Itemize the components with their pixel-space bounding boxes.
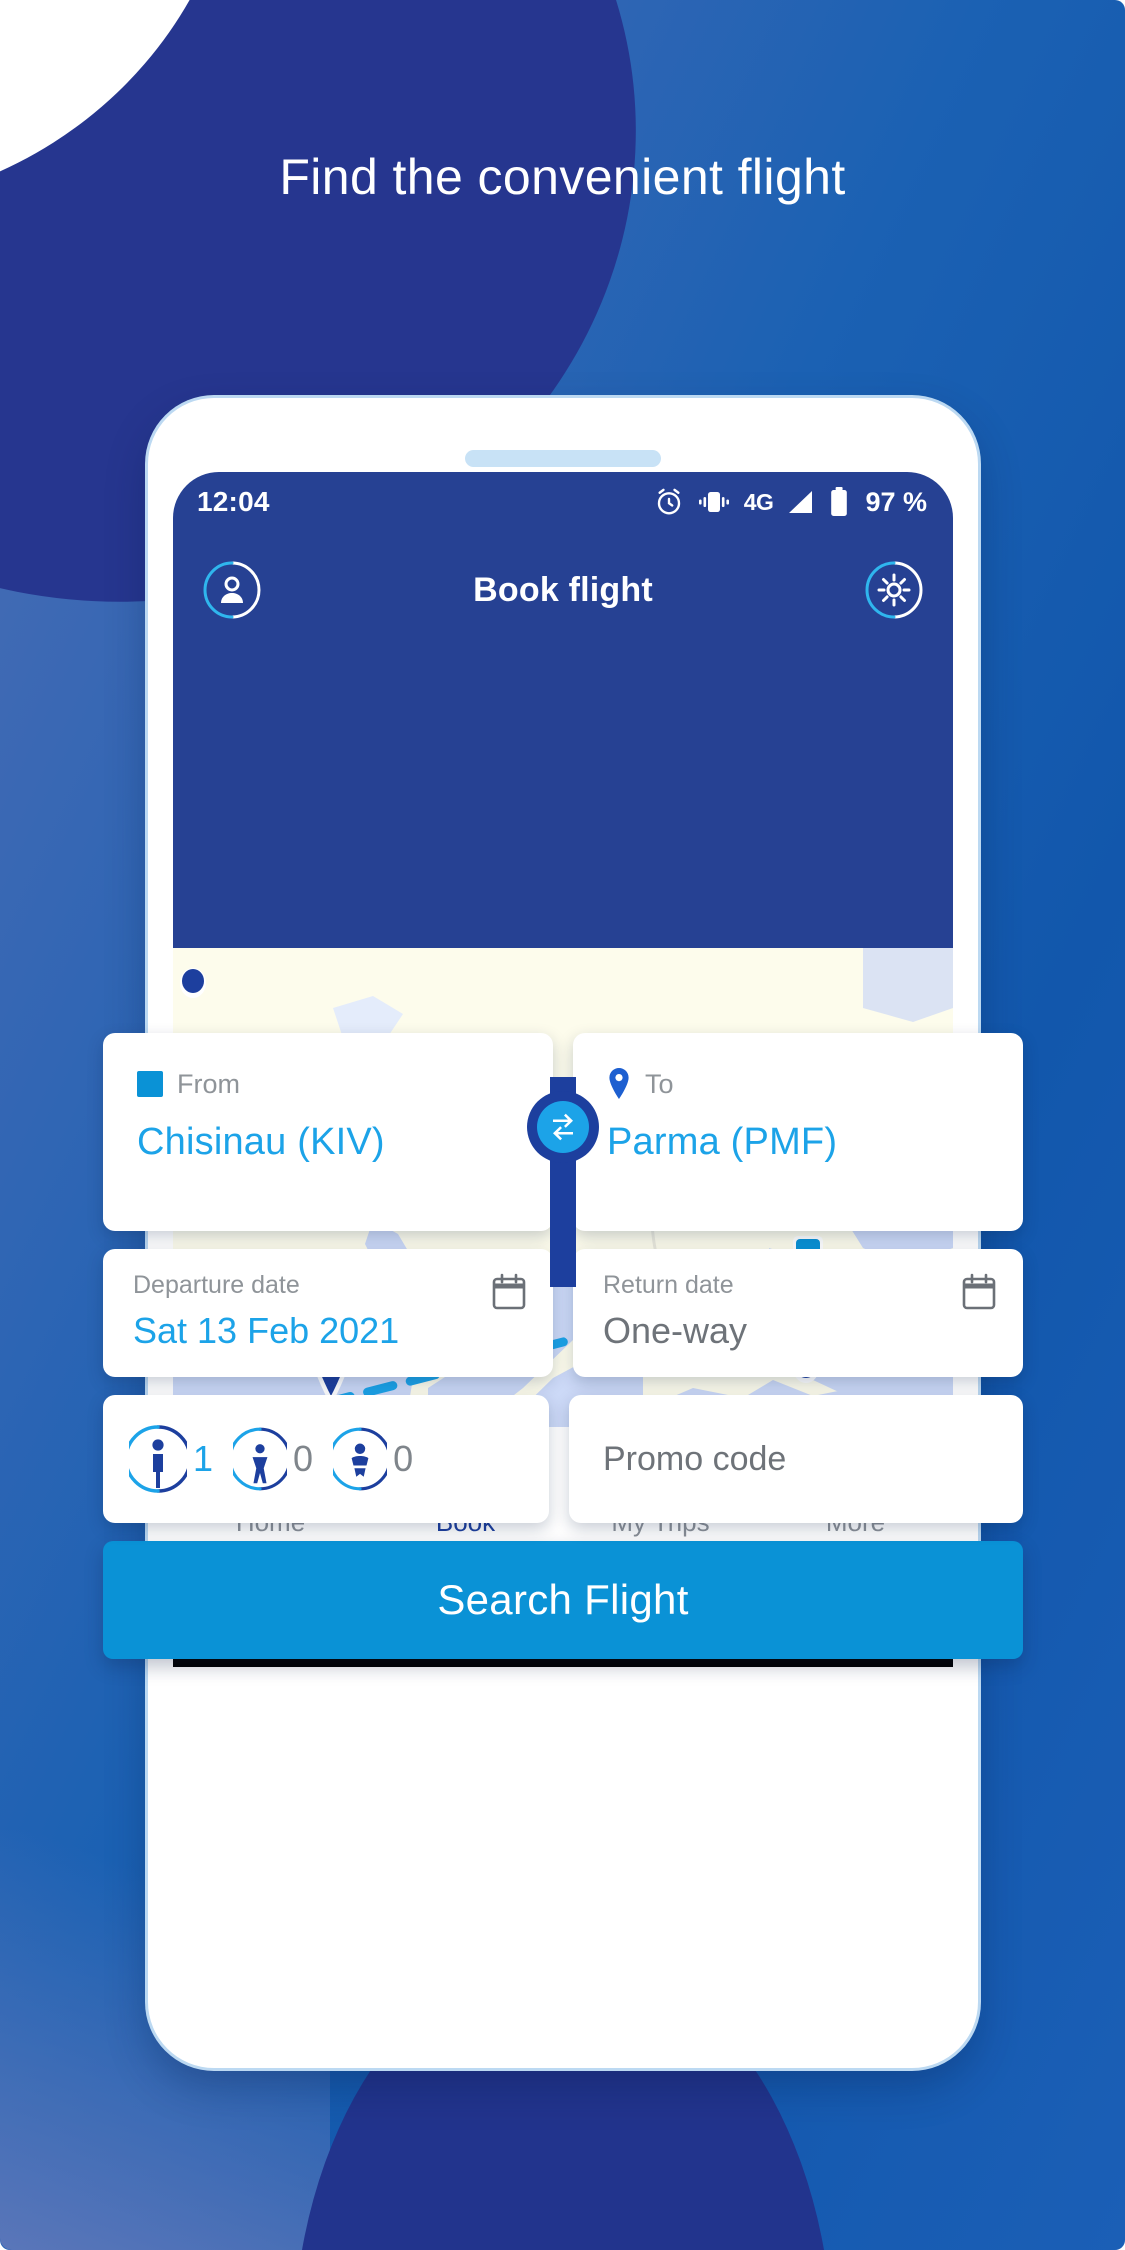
status-bar: 12:04 4G 97 % xyxy=(173,472,953,532)
settings-button[interactable] xyxy=(863,559,925,621)
passenger-adult[interactable]: 1 xyxy=(129,1422,213,1496)
map-pin-icon xyxy=(607,1068,631,1100)
promo-screenshot: Find the convenient flight 12:04 4G 97 %… xyxy=(0,0,1125,2250)
page-title: Book flight xyxy=(473,570,653,609)
from-value: Chisinau (KIV) xyxy=(137,1121,385,1163)
promo-headline: Find the convenient flight xyxy=(279,149,846,205)
swap-button[interactable] xyxy=(527,1077,599,1287)
profile-button[interactable] xyxy=(201,559,263,621)
status-icon-group: 4G 97 % xyxy=(654,487,927,518)
app-bar: Book flight xyxy=(173,532,953,648)
phone-mockup: 12:04 4G 97 % Book flight From Chisinau … xyxy=(103,398,1023,2068)
search-flight-button[interactable]: Search Flight xyxy=(103,1541,1023,1659)
battery-percent: 97 % xyxy=(865,486,927,517)
map-city-dot xyxy=(180,968,206,998)
swap-arrows-icon xyxy=(553,1113,573,1141)
to-label: To xyxy=(645,1068,674,1099)
profile-icon xyxy=(221,576,243,603)
infant-icon xyxy=(333,1427,388,1491)
departure-date-label: Departure date xyxy=(133,1271,300,1299)
phone-speaker-grille xyxy=(465,450,661,467)
to-value: Parma (PMF) xyxy=(607,1121,838,1163)
passenger-child[interactable]: 0 xyxy=(233,1424,313,1494)
child-icon xyxy=(233,1427,288,1491)
alarm-icon xyxy=(654,487,684,517)
promo-code-field[interactable]: Promo code xyxy=(569,1395,1023,1523)
adult-icon xyxy=(129,1425,187,1493)
promo-code-placeholder: Promo code xyxy=(603,1439,787,1478)
to-field[interactable]: To Parma (PMF) xyxy=(573,1033,1023,1231)
from-field[interactable]: From Chisinau (KIV) xyxy=(103,1033,553,1231)
from-label: From xyxy=(177,1068,240,1099)
adult-count: 1 xyxy=(193,1438,214,1479)
passengers-row: 1 0 0 Promo code xyxy=(103,1395,1023,1523)
signal-icon xyxy=(787,489,815,515)
return-date-label: Return date xyxy=(603,1271,734,1299)
app-bar-extension xyxy=(173,648,953,948)
network-type-label: 4G xyxy=(743,488,774,515)
departure-date-value: Sat 13 Feb 2021 xyxy=(133,1310,400,1351)
passenger-infant[interactable]: 0 xyxy=(333,1424,413,1494)
infant-count: 0 xyxy=(393,1438,414,1479)
return-date-value: One-way xyxy=(603,1310,748,1351)
calendar-icon xyxy=(491,1273,527,1311)
calendar-icon xyxy=(961,1273,997,1311)
passengers-field[interactable]: 1 0 0 xyxy=(103,1395,549,1523)
vibrate-icon xyxy=(698,489,730,515)
flight-search-panel: From Chisinau (KIV) To Parma (PMF) Depar… xyxy=(103,1033,1023,1659)
route-row: From Chisinau (KIV) To Parma (PMF) xyxy=(103,1033,1023,1287)
square-marker-icon xyxy=(137,1071,163,1097)
return-date-field[interactable]: Return date One-way xyxy=(573,1249,1023,1377)
gear-icon xyxy=(877,573,911,607)
child-count: 0 xyxy=(293,1438,314,1479)
departure-date-field[interactable]: Departure date Sat 13 Feb 2021 xyxy=(103,1249,553,1377)
battery-icon xyxy=(829,487,849,517)
status-time: 12:04 xyxy=(197,486,270,517)
